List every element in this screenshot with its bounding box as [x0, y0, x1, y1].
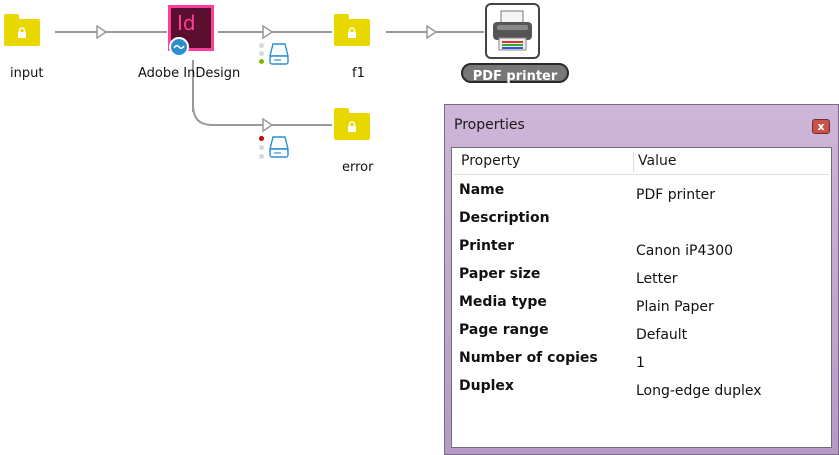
property-value: Default: [636, 327, 688, 343]
status-dot: [259, 145, 264, 150]
property-name: Paper size: [459, 266, 541, 282]
table-row[interactable]: Duplex Long-edge duplex: [452, 378, 831, 406]
lock-icon: [348, 27, 356, 38]
pdf-printer-label-pill[interactable]: PDF printer: [461, 63, 569, 84]
connector-indesign-f1: [218, 31, 332, 33]
connector-curve: [192, 105, 212, 126]
arrow-icon: [96, 25, 108, 39]
table-row[interactable]: Paper size Letter: [452, 266, 831, 294]
arrow-icon: [262, 25, 274, 39]
drive-icon[interactable]: [268, 135, 290, 159]
property-name: Number of copies: [459, 350, 598, 366]
f1-folder-icon[interactable]: [334, 14, 370, 46]
property-name: Printer: [459, 238, 515, 254]
lock-icon: [18, 27, 26, 38]
connector-input-indesign: [55, 31, 167, 33]
drive-icon[interactable]: [268, 42, 290, 66]
indesign-icon-text: Id: [177, 11, 196, 35]
table-row[interactable]: Description: [452, 210, 831, 238]
indesign-label: Adobe InDesign: [138, 66, 241, 81]
error-folder-icon[interactable]: [334, 108, 370, 140]
input-folder-icon[interactable]: [4, 14, 40, 46]
close-icon[interactable]: x: [812, 119, 830, 134]
error-label: error: [342, 160, 374, 175]
table-row[interactable]: Number of copies 1: [452, 350, 831, 378]
property-name: Duplex: [459, 378, 514, 394]
properties-window[interactable]: Properties x Property Value Name PDF pri…: [444, 104, 839, 455]
pdf-printer-label: PDF printer: [472, 69, 558, 84]
properties-title: Properties: [454, 117, 525, 133]
property-value: Letter: [636, 271, 678, 287]
property-value: Long-edge duplex: [636, 383, 762, 399]
property-name: Page range: [459, 322, 549, 338]
arrow-icon: [262, 118, 274, 132]
table-header: Property Value: [454, 150, 829, 175]
status-dot: [259, 51, 264, 56]
property-value: PDF printer: [636, 187, 715, 203]
printer-icon: [493, 10, 532, 51]
table-row[interactable]: Media type Plain Paper: [452, 294, 831, 322]
status-dot: [259, 43, 264, 48]
table-row[interactable]: Page range Default: [452, 322, 831, 350]
arrow-icon: [426, 25, 438, 39]
property-value: Plain Paper: [636, 299, 714, 315]
sync-icon: [169, 37, 189, 57]
property-name: Media type: [459, 294, 547, 310]
properties-table: Property Value Name PDF printer Descript…: [451, 147, 832, 448]
property-value: 1: [636, 355, 645, 371]
property-value: Canon iP4300: [636, 243, 734, 259]
table-row[interactable]: Name PDF printer: [452, 182, 831, 210]
property-name: Description: [459, 210, 550, 226]
input-label: input: [10, 66, 44, 81]
status-dot: [259, 154, 264, 159]
f1-label: f1: [352, 66, 365, 81]
column-header-property[interactable]: Property: [461, 153, 520, 169]
success-dot: [259, 59, 264, 64]
table-row[interactable]: Printer Canon iP4300: [452, 238, 831, 266]
column-header-value[interactable]: Value: [638, 153, 676, 169]
error-dot: [259, 136, 264, 141]
property-name: Name: [459, 182, 505, 198]
pdf-printer-node[interactable]: [485, 3, 540, 59]
lock-icon: [348, 121, 356, 132]
